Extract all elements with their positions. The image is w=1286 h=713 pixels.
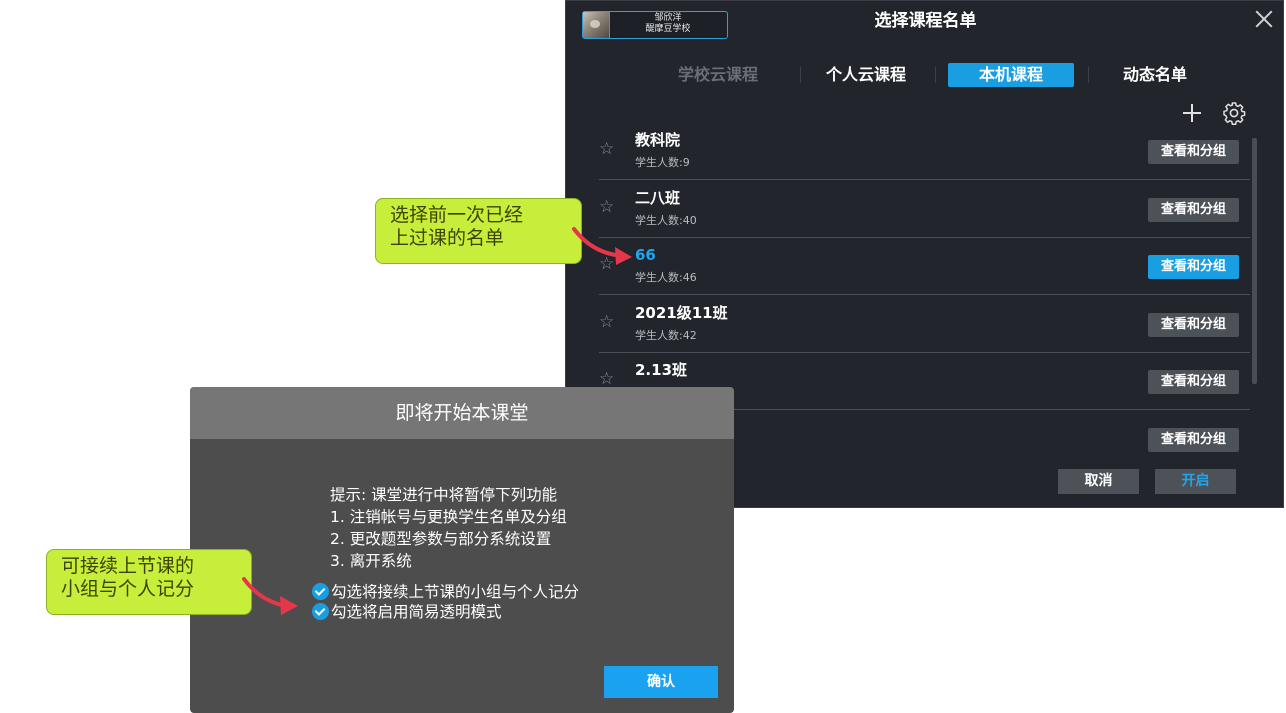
tab-divider xyxy=(1088,67,1089,83)
scrollbar[interactable] xyxy=(1252,138,1257,384)
view-group-button[interactable]: 查看和分组 xyxy=(1148,370,1239,394)
list-item[interactable]: ☆ 二八班 学生人数:40 查看和分组 xyxy=(599,180,1250,238)
continue-scores-checkbox[interactable]: 勾选将接续上节课的小组与个人记分 xyxy=(312,582,579,602)
star-icon[interactable]: ☆ xyxy=(599,313,617,331)
callout-text: 上过课的名单 xyxy=(390,227,505,249)
dialog-item: 2. 更改题型参数与部分系统设置 xyxy=(330,530,552,548)
view-group-button[interactable]: 查看和分组 xyxy=(1148,313,1239,337)
start-class-dialog: 即将开始本课堂 提示: 课堂进行中将暂停下列功能 1. 注销帐号与更换学生名单及… xyxy=(190,387,734,713)
dialog-item: 3. 离开系统 xyxy=(330,552,412,570)
cancel-button[interactable]: 取消 xyxy=(1058,469,1139,494)
student-count: 学生人数:9 xyxy=(635,156,690,169)
check-icon[interactable] xyxy=(312,603,329,620)
callout-arrow xyxy=(242,577,298,615)
close-icon[interactable] xyxy=(1252,7,1276,31)
callout-arrow xyxy=(572,227,632,265)
tab-divider xyxy=(800,67,801,83)
callout-text: 可接续上节课的 xyxy=(61,555,195,577)
checkbox-label: 勾选将启用简易透明模式 xyxy=(331,603,502,621)
view-group-button[interactable]: 查看和分组 xyxy=(1148,428,1239,452)
dialog-item: 1. 注销帐号与更换学生名单及分组 xyxy=(330,508,567,526)
tab-school-cloud[interactable]: 学校云课程 xyxy=(654,63,782,87)
tab-personal-cloud[interactable]: 个人云课程 xyxy=(802,63,930,87)
list-item[interactable]: ☆ 教科院 学生人数:9 查看和分组 xyxy=(599,122,1250,180)
start-button[interactable]: 开启 xyxy=(1155,469,1236,494)
callout-text: 小组与个人记分 xyxy=(61,578,195,600)
student-count: 学生人数:46 xyxy=(635,271,697,284)
star-icon[interactable]: ☆ xyxy=(599,198,617,216)
tab-dynamic-list[interactable]: 动态名单 xyxy=(1091,63,1219,87)
callout-continue-scores: 可接续上节课的 小组与个人记分 xyxy=(46,549,252,615)
dialog-title: 即将开始本课堂 xyxy=(190,387,734,439)
star-icon[interactable]: ☆ xyxy=(599,140,617,158)
list-item[interactable]: ☆ 2021级11班 学生人数:42 查看和分组 xyxy=(599,295,1250,353)
course-name: 教科院 xyxy=(635,131,681,149)
check-icon[interactable] xyxy=(312,583,329,600)
window-title: 选择课程名单 xyxy=(874,11,977,31)
list-item[interactable]: ☆ 66 学生人数:46 查看和分组 xyxy=(599,237,1250,295)
checkbox-label: 勾选将接续上节课的小组与个人记分 xyxy=(331,583,580,601)
view-group-button[interactable]: 查看和分组 xyxy=(1148,140,1239,164)
star-icon[interactable]: ☆ xyxy=(599,370,617,388)
callout-previous-list: 选择前一次已经 上过课的名单 xyxy=(375,198,582,264)
student-count: 学生人数:40 xyxy=(635,214,697,227)
course-name: 2.13班 xyxy=(635,361,688,379)
confirm-button[interactable]: 确认 xyxy=(604,666,718,698)
tab-divider xyxy=(935,67,936,83)
dialog-hint: 提示: 课堂进行中将暂停下列功能 xyxy=(330,486,558,504)
transparent-mode-checkbox[interactable]: 勾选将启用简易透明模式 xyxy=(312,602,502,622)
view-group-button[interactable]: 查看和分组 xyxy=(1148,198,1239,222)
tab-local-courses[interactable]: 本机课程 xyxy=(948,63,1074,87)
view-group-button[interactable]: 查看和分组 xyxy=(1148,255,1239,279)
student-count: 学生人数:42 xyxy=(635,329,697,342)
course-name: 2021级11班 xyxy=(635,304,728,322)
course-name: 二八班 xyxy=(635,189,681,207)
callout-text: 选择前一次已经 xyxy=(390,204,524,226)
